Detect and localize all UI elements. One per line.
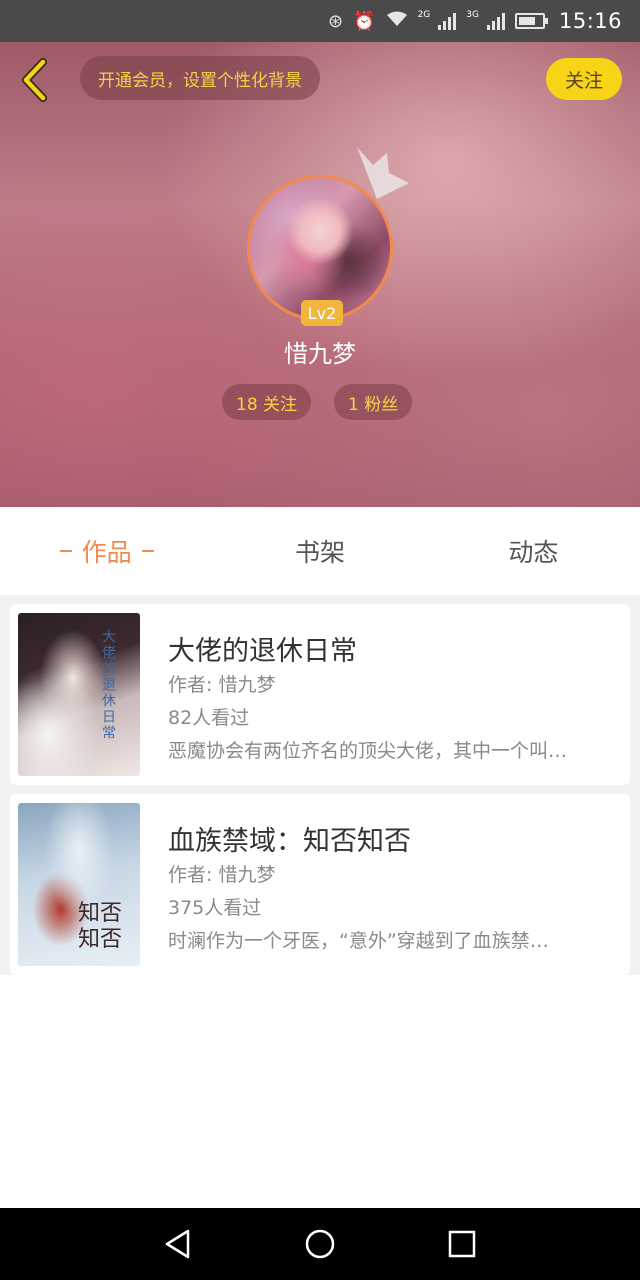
alarm-icon: ⏰	[353, 10, 376, 32]
status-bar: ⊛ ⏰ 2G 3G 15:16	[0, 0, 640, 42]
book-views: 375人看过	[168, 897, 262, 919]
book-title: 大佬的退休日常	[168, 636, 357, 667]
home-circle-icon[interactable]	[304, 1228, 336, 1260]
tab-indicator-right	[141, 550, 154, 552]
book-description: 恶魔协会有两位齐名的顶尖大佬，其中一个叫…	[168, 740, 568, 762]
signal-2g-icon	[438, 12, 457, 30]
chevron-left-icon	[22, 58, 47, 102]
cover-title: 知否知否	[78, 901, 123, 952]
book-cover: 知否知否	[18, 803, 140, 966]
tab-label: 书架	[294, 538, 345, 567]
tab-activity[interactable]: 动态	[427, 507, 640, 595]
avatar-container: Lv2	[247, 147, 409, 326]
follow-button[interactable]: 关注	[546, 58, 622, 100]
book-title: 血族禁域：知否知否	[168, 826, 411, 857]
back-button[interactable]	[14, 56, 54, 104]
tab-label: 作品	[81, 538, 132, 567]
fans-count[interactable]: 1 粉丝	[334, 384, 413, 420]
back-triangle-icon[interactable]	[162, 1228, 194, 1260]
tab-bookshelf[interactable]: 书架	[213, 507, 426, 595]
book-author: 作者: 惜九梦	[168, 674, 276, 696]
crown-icon	[357, 147, 409, 199]
profile-header: 开通会员，设置个性化背景 关注 Lv2 惜九梦 18 关注 1 粉丝	[0, 42, 640, 507]
tab-works[interactable]: 作品	[0, 507, 213, 595]
book-description: 时澜作为一个牙医，“意外”穿越到了血族禁…	[168, 930, 549, 952]
book-cover: 大佬的退休日常	[18, 613, 140, 776]
system-nav-bar	[0, 1208, 640, 1280]
data-saver-icon: ⊛	[328, 10, 344, 32]
level-badge: Lv2	[301, 300, 343, 326]
battery-icon	[514, 13, 548, 29]
book-author: 作者: 惜九梦	[168, 864, 276, 886]
network-type-3g: 3G	[466, 10, 479, 20]
network-type-2g: 2G	[417, 10, 431, 20]
book-list: 大佬的退休日常 大佬的退休日常 作者: 惜九梦 82人看过 恶魔协会有两位齐名的…	[0, 595, 640, 975]
following-count[interactable]: 18 关注	[222, 384, 312, 420]
profile-tabs: 作品 书架 动态	[0, 507, 640, 595]
username: 惜九梦	[284, 340, 356, 368]
book-views: 82人看过	[168, 707, 250, 729]
status-time: 15:16	[558, 9, 622, 33]
signal-3g-icon	[486, 12, 505, 30]
list-item[interactable]: 大佬的退休日常 大佬的退休日常 作者: 惜九梦 82人看过 恶魔协会有两位齐名的…	[10, 604, 630, 785]
wifi-icon	[386, 11, 408, 32]
tab-indicator-left	[59, 550, 72, 552]
cover-title: 大佬的退休日常	[100, 629, 116, 741]
tab-label: 动态	[508, 538, 559, 567]
recent-apps-icon[interactable]	[446, 1228, 478, 1260]
vip-banner[interactable]: 开通会员，设置个性化背景	[80, 56, 320, 100]
list-item[interactable]: 知否知否 血族禁域：知否知否 作者: 惜九梦 375人看过 时澜作为一个牙医，“…	[10, 794, 630, 975]
